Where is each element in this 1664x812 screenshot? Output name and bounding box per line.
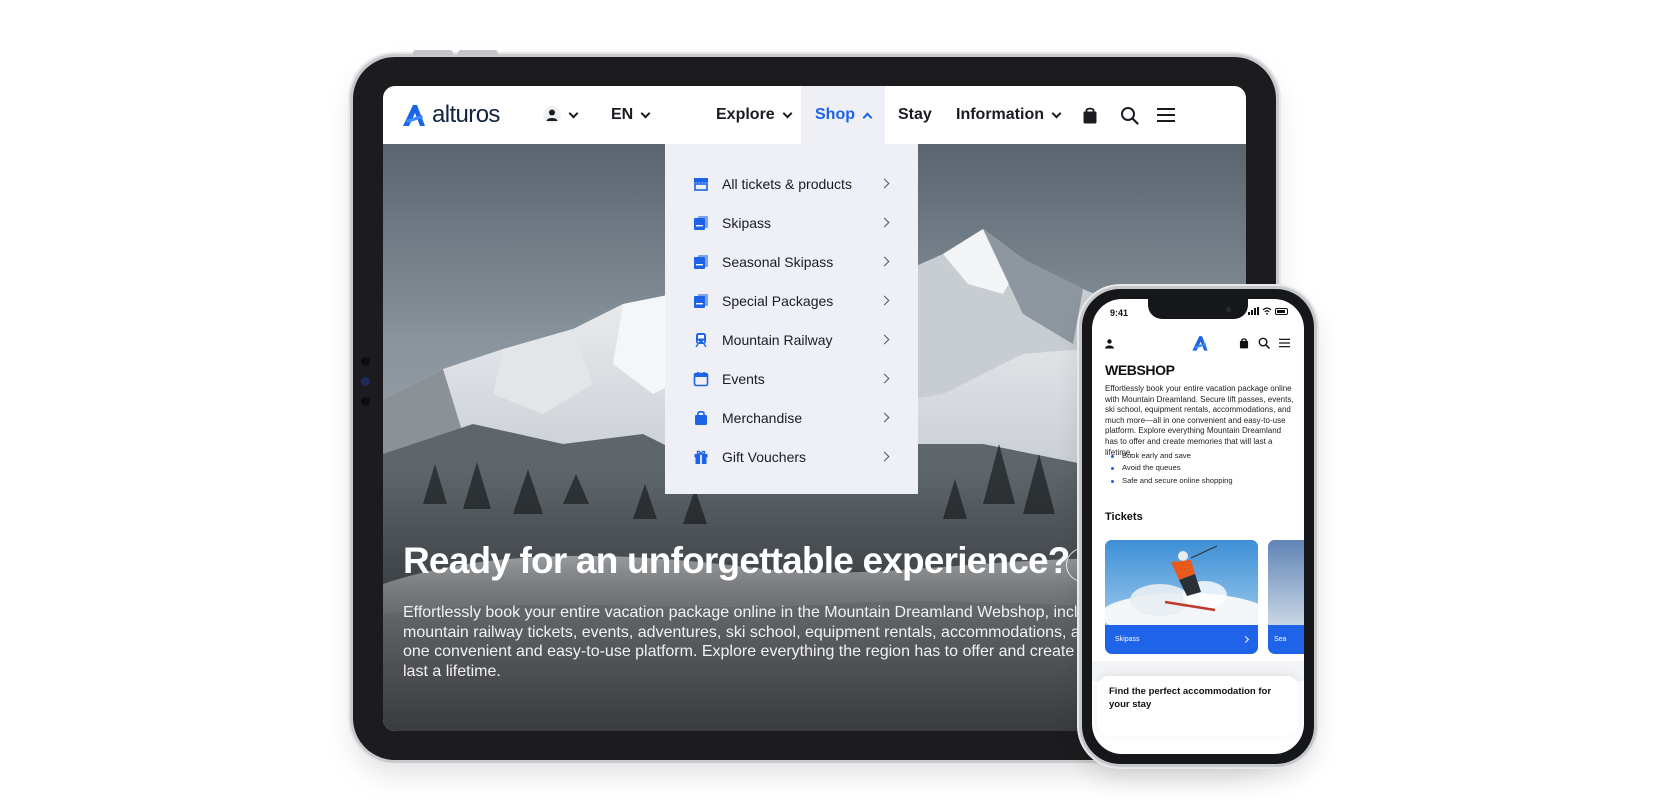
nav-shop-label: Shop xyxy=(815,106,855,123)
webshop-title: WEBSHOP xyxy=(1105,362,1175,378)
logo-text: alturos xyxy=(432,101,500,128)
phone-device: 9:41 WEBSHOP Effortlessly book your enti… xyxy=(1082,289,1314,764)
hamburger-menu-icon[interactable] xyxy=(1279,338,1290,348)
search-button[interactable] xyxy=(1120,86,1139,144)
calendar-icon xyxy=(693,371,709,386)
nav-shop[interactable]: Shop xyxy=(801,86,885,144)
chevron-down-icon xyxy=(782,108,793,118)
menu-item-label: Special Packages xyxy=(722,292,834,309)
menu-item-label: All tickets & products xyxy=(722,175,852,192)
tablet-sensor xyxy=(361,357,370,366)
ticket-icon xyxy=(694,254,708,269)
chevron-right-icon xyxy=(879,373,890,384)
nav-information-label: Information xyxy=(956,106,1044,123)
nav-information[interactable]: Information xyxy=(956,86,1062,144)
ticket-icon xyxy=(694,293,708,308)
tablet-camera xyxy=(361,377,370,386)
language-selector[interactable]: EN xyxy=(611,86,651,144)
chevron-right-icon xyxy=(879,217,890,228)
ticket-card-seasonal[interactable]: Sea xyxy=(1268,540,1304,654)
train-icon xyxy=(695,332,707,347)
menu-item-gift-vouchers[interactable]: Gift Vouchers xyxy=(665,437,918,476)
alturos-logo-icon xyxy=(403,105,425,126)
phone-screen: 9:41 WEBSHOP Effortlessly book your enti… xyxy=(1092,299,1304,754)
list-item: Book early and save xyxy=(1105,450,1233,462)
menu-item-seasonal-skipass[interactable]: Seasonal Skipass xyxy=(665,242,918,281)
skier-image xyxy=(1105,540,1258,625)
chevron-down-icon xyxy=(568,108,579,118)
card-caption: Skipass xyxy=(1105,625,1258,654)
chevron-right-icon xyxy=(879,412,890,423)
hamburger-menu-icon xyxy=(1157,108,1175,122)
account-menu[interactable] xyxy=(543,86,579,144)
mobile-navigation xyxy=(1092,328,1304,358)
signal-icon xyxy=(1248,307,1259,315)
chevron-right-icon xyxy=(879,178,890,189)
chevron-right-icon xyxy=(879,256,890,267)
menu-button[interactable] xyxy=(1157,86,1175,144)
menu-item-label: Merchandise xyxy=(722,409,803,426)
user-icon[interactable] xyxy=(1104,338,1115,349)
status-icons xyxy=(1248,307,1288,315)
chevron-down-icon xyxy=(640,108,651,118)
menu-item-label: Events xyxy=(722,370,765,387)
tablet-top-button xyxy=(413,50,453,56)
shopping-bag-icon xyxy=(1083,107,1097,124)
list-item: Avoid the queues xyxy=(1105,462,1233,474)
webshop-intro: Effortlessly book your entire vacation p… xyxy=(1105,384,1294,457)
menu-item-label: Skipass xyxy=(722,214,772,231)
menu-item-special-packages[interactable]: Special Packages xyxy=(665,281,918,320)
card-label: Skipass xyxy=(1115,636,1140,643)
nav-explore-label: Explore xyxy=(716,106,775,123)
wifi-icon xyxy=(1262,307,1272,315)
tablet-sensor xyxy=(361,397,370,406)
shop-dropdown-menu: All tickets & products Skipass Seasonal … xyxy=(665,144,918,494)
hero-title: Ready for an unforgettable experience? xyxy=(403,540,1070,581)
cart-button[interactable] xyxy=(1082,86,1098,144)
top-navigation: alturos EN Explore Shop Stay Information xyxy=(383,86,1246,144)
front-camera xyxy=(1226,307,1231,312)
card-caption: Sea xyxy=(1268,625,1304,654)
menu-item-mountain-railway[interactable]: Mountain Railway xyxy=(665,320,918,359)
shop-icon xyxy=(694,177,708,191)
status-time: 9:41 xyxy=(1110,308,1129,318)
menu-item-merchandise[interactable]: Merchandise xyxy=(665,398,918,437)
chevron-right-icon xyxy=(879,451,890,462)
tablet-top-button xyxy=(458,50,498,56)
menu-item-label: Mountain Railway xyxy=(722,331,833,348)
benefits-list: Book early and save Avoid the queues Saf… xyxy=(1105,450,1233,487)
battery-icon xyxy=(1275,307,1288,315)
nav-stay-label: Stay xyxy=(898,106,932,123)
chevron-right-icon xyxy=(879,295,890,306)
chevron-up-icon xyxy=(862,112,873,122)
ticket-icon xyxy=(694,215,708,230)
list-item: Safe and secure online shopping xyxy=(1105,475,1233,487)
nav-stay[interactable]: Stay xyxy=(898,86,932,144)
menu-item-events[interactable]: Events xyxy=(665,359,918,398)
menu-item-label: Seasonal Skipass xyxy=(722,253,834,270)
nav-explore[interactable]: Explore xyxy=(716,86,793,144)
mountain-image xyxy=(1268,540,1304,625)
language-label: EN xyxy=(611,106,634,123)
chevron-right-icon xyxy=(1241,635,1250,644)
chevron-right-icon xyxy=(879,334,890,345)
bag-icon xyxy=(695,410,707,425)
menu-item-skipass[interactable]: Skipass xyxy=(665,203,918,242)
alturos-logo-icon[interactable] xyxy=(1190,334,1210,352)
phone-notch xyxy=(1148,299,1248,319)
gift-icon xyxy=(694,450,708,464)
menu-item-label: Gift Vouchers xyxy=(722,448,807,465)
chevron-down-icon xyxy=(1051,108,1062,118)
menu-item-all-tickets[interactable]: All tickets & products xyxy=(665,164,918,203)
accommodation-banner[interactable]: Find the perfect accommodation for your … xyxy=(1097,676,1299,736)
alturos-logo[interactable]: alturos xyxy=(401,100,500,130)
tickets-heading: Tickets xyxy=(1105,511,1143,523)
card-label: Sea xyxy=(1274,636,1287,643)
user-icon xyxy=(543,106,561,124)
search-icon xyxy=(1121,106,1139,125)
ticket-card-skipass[interactable]: Skipass xyxy=(1105,540,1258,654)
shopping-bag-icon[interactable] xyxy=(1239,337,1249,349)
search-icon[interactable] xyxy=(1258,337,1270,349)
